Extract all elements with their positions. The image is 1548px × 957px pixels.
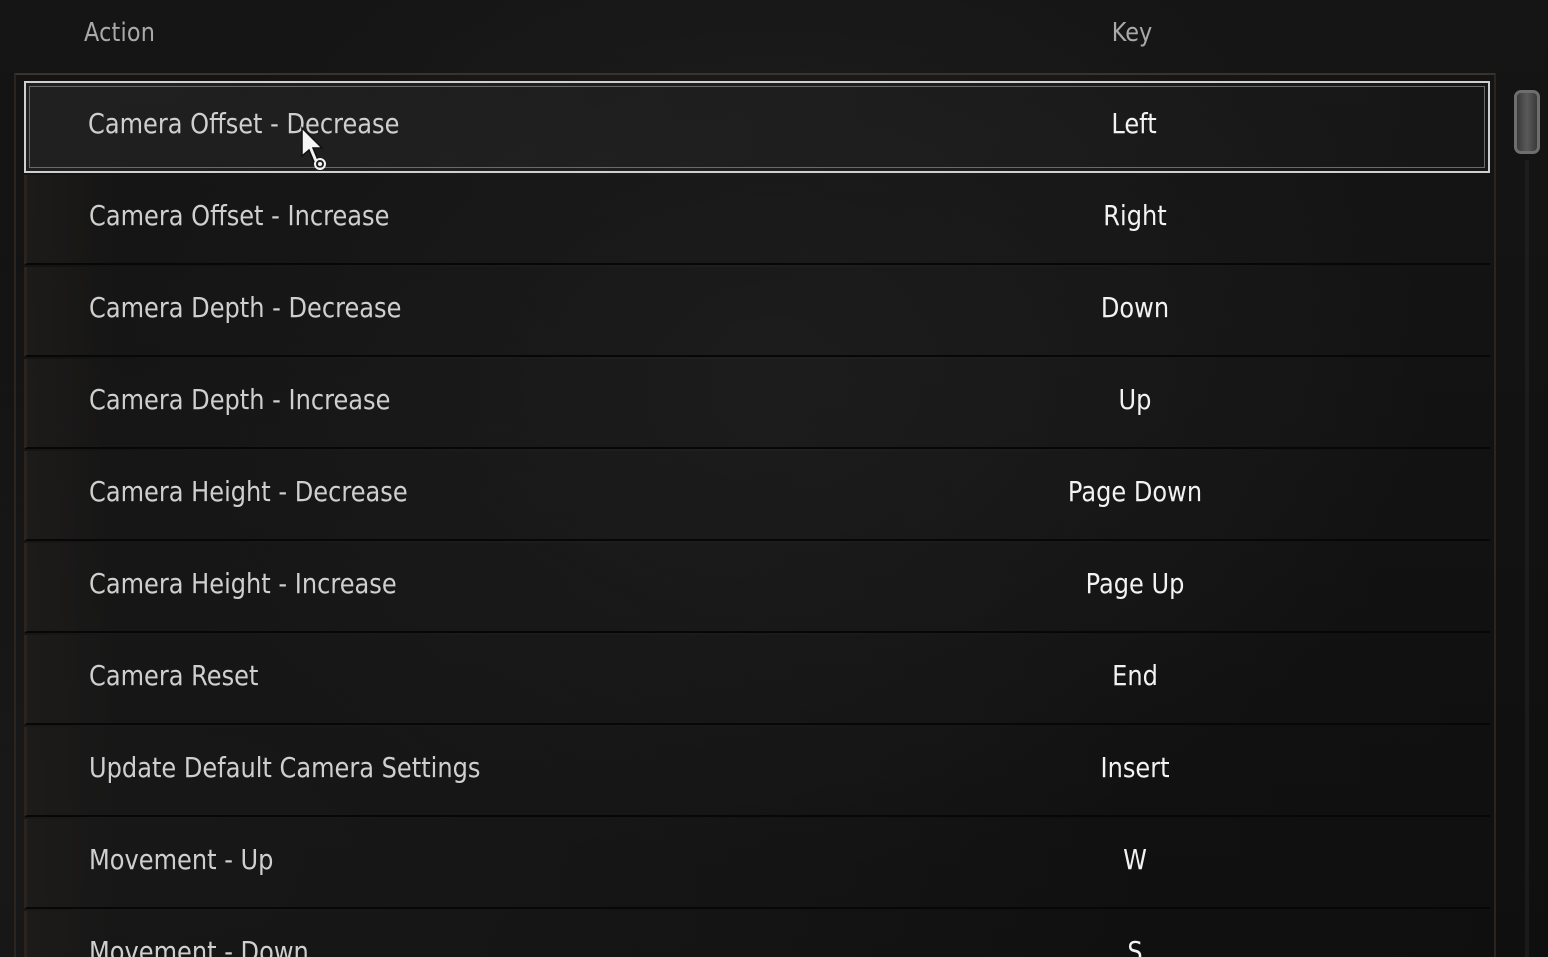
binding-key-label[interactable]: Left [1111,107,1156,140]
binding-action-label: Movement - Up [89,843,274,876]
binding-action-label: Camera Offset - Increase [89,199,390,232]
binding-action-label: Camera Depth - Increase [89,383,391,416]
scrollbar-track[interactable] [1525,160,1529,957]
action-column-header: Action [84,18,156,48]
binding-row-camera-height-decrease[interactable]: Camera Height - Decrease Page Down [24,451,1490,541]
binding-key-label[interactable]: Page Up [1086,567,1185,600]
mouse-pointer-icon [301,126,326,170]
binding-row-camera-height-increase[interactable]: Camera Height - Increase Page Up [24,543,1490,633]
binding-row-movement-down[interactable]: Movement - Down S [24,911,1490,957]
binding-row-camera-depth-decrease[interactable]: Camera Depth - Decrease Down [24,267,1490,357]
binding-key-label[interactable]: S [1127,935,1142,957]
binding-row-movement-up[interactable]: Movement - Up W [24,819,1490,909]
binding-row-update-default-camera-settings[interactable]: Update Default Camera Settings Insert [24,727,1490,817]
binding-action-label: Camera Reset [89,659,259,692]
binding-action-label: Camera Offset - Decrease [88,107,400,140]
key-column-header: Key [1111,18,1153,48]
keybindings-panel: Camera Offset - Decrease Left Camera Off… [14,73,1496,957]
column-header: Action Key [0,0,1548,72]
binding-action-label: Update Default Camera Settings [89,751,481,784]
keybindings-list: Camera Offset - Decrease Left Camera Off… [24,81,1490,957]
binding-row-camera-reset[interactable]: Camera Reset End [24,635,1490,725]
binding-action-label: Camera Depth - Decrease [89,291,402,324]
binding-action-label: Movement - Down [89,935,309,957]
binding-key-label[interactable]: End [1112,659,1158,692]
binding-key-label[interactable]: Right [1103,199,1166,232]
binding-key-label[interactable]: Up [1119,383,1152,416]
scrollbar[interactable] [1512,90,1546,957]
binding-row-camera-depth-increase[interactable]: Camera Depth - Increase Up [24,359,1490,449]
binding-row-camera-offset-increase[interactable]: Camera Offset - Increase Right [24,175,1490,265]
scrollbar-thumb[interactable] [1514,90,1540,154]
binding-key-label[interactable]: Insert [1100,751,1169,784]
binding-key-label[interactable]: W [1123,843,1147,876]
binding-action-label: Camera Height - Decrease [89,475,408,508]
binding-key-label[interactable]: Page Down [1068,475,1202,508]
binding-key-label[interactable]: Down [1101,291,1169,324]
binding-row-camera-offset-decrease[interactable]: Camera Offset - Decrease Left [24,81,1490,173]
binding-action-label: Camera Height - Increase [89,567,397,600]
